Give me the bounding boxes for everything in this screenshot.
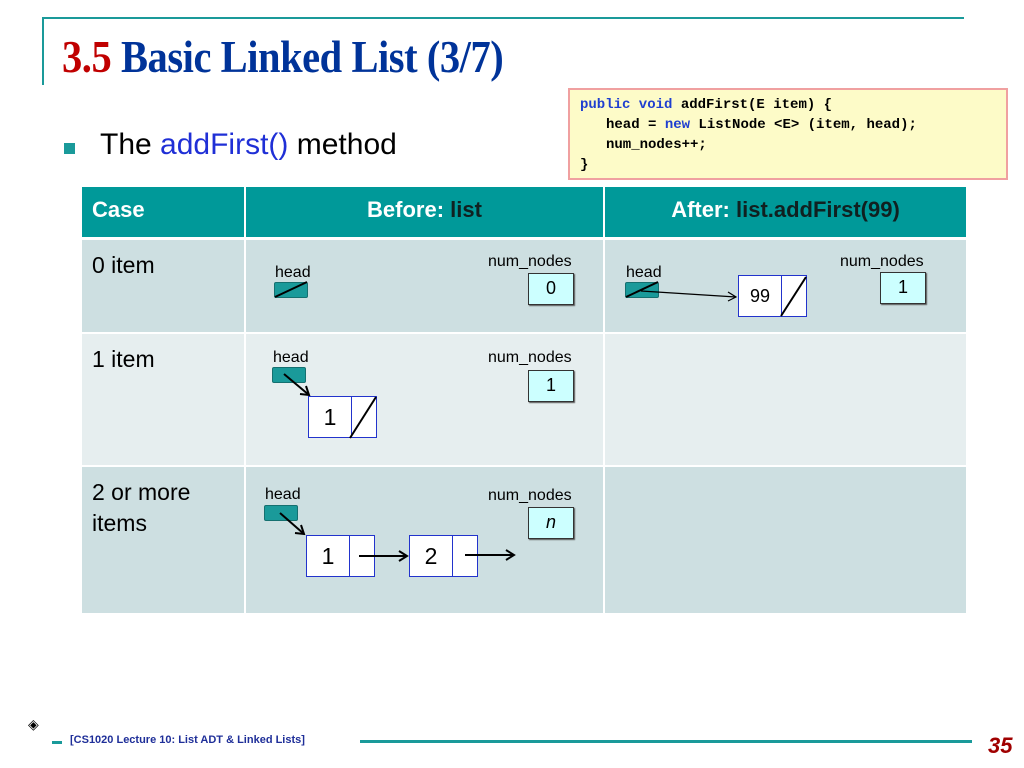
node-value: 1: [309, 397, 352, 437]
page-number: 35: [988, 733, 1013, 758]
node-value: 99: [739, 276, 782, 316]
slide-title: 3.5 Basic Linked List (3/7): [62, 30, 504, 83]
num-nodes-label: num_nodes: [488, 487, 572, 504]
num-nodes-value: 1: [528, 370, 574, 402]
before-cell: head 1 num_nodes 1: [246, 334, 603, 465]
arrow-head-icon: [398, 550, 409, 562]
diamond-bullet-icon: ◈: [28, 716, 39, 732]
bullet-square-icon: [64, 143, 75, 154]
num-nodes-label: num_nodes: [488, 349, 572, 366]
arrow-head-icon: [727, 291, 738, 302]
code-keyword: new: [664, 117, 691, 133]
case-label-line: items: [92, 510, 147, 536]
header-before-label: Before:: [367, 197, 451, 222]
code-line-4: }: [580, 157, 589, 173]
header-before: Before: list: [246, 187, 603, 237]
code-text: addFirst(E item) {: [672, 97, 833, 113]
num-nodes-value: 1: [880, 272, 926, 304]
list-node: 1: [308, 396, 377, 438]
table-header-row: Case Before: list After: list.addFirst(9…: [82, 187, 966, 237]
case-cell: 0 item: [82, 240, 244, 332]
code-snippet: public void addFirst(E item) { head = ne…: [568, 88, 1008, 180]
code-keyword: public void: [580, 97, 673, 113]
num-nodes-label: num_nodes: [488, 253, 572, 270]
after-cell-empty: [605, 334, 966, 465]
table-row: 0 item head num_nodes 0 head 99 num_node…: [82, 240, 966, 332]
title-top-rule: [42, 17, 964, 19]
bullet-method-name: addFirst(): [160, 128, 289, 161]
code-line-3: num_nodes++;: [606, 137, 707, 153]
header-after-value: list.addFirst(99): [735, 197, 900, 222]
head-pointer: [264, 505, 298, 521]
code-line-1: public void addFirst(E item) {: [580, 95, 996, 115]
footer-dash: [52, 741, 62, 744]
case-label-line: 2 or more: [92, 479, 191, 505]
before-cell: head num_nodes 0: [246, 240, 603, 332]
header-case: Case: [82, 187, 244, 237]
table-row: 2 or more items head 1 2 num_nodes n: [82, 467, 966, 613]
case-label: 1 item: [92, 346, 155, 372]
case-label: 2 or more items: [92, 477, 190, 539]
footer-rule: [360, 740, 972, 743]
head-pointer-null: [274, 282, 308, 298]
num-nodes-value: 0: [528, 273, 574, 305]
code-text: head =: [606, 117, 665, 133]
arrow-head-icon: [294, 524, 306, 536]
node-value: 2: [410, 536, 453, 576]
before-cell: head 1 2 num_nodes n: [246, 467, 603, 613]
bullet-suffix: method: [296, 128, 397, 161]
arrow-head-icon: [299, 385, 311, 397]
code-text: ListNode <E> (item, head);: [690, 117, 917, 133]
code-line-2: head = new ListNode <E> (item, head);: [580, 115, 996, 135]
case-cell: 1 item: [82, 334, 244, 465]
header-after: After: list.addFirst(99): [605, 187, 966, 237]
list-node: 2: [409, 535, 478, 577]
head-label: head: [626, 264, 662, 281]
table-row: 1 item head 1 num_nodes 1: [82, 334, 966, 465]
header-after-label: After:: [671, 197, 736, 222]
head-pointer: [272, 367, 306, 383]
arrow-head-icon: [505, 549, 516, 561]
num-nodes-value: n: [528, 507, 574, 539]
after-cell-empty: [605, 467, 966, 613]
node-value: 1: [307, 536, 350, 576]
list-node: 99: [738, 275, 807, 317]
case-cell: 2 or more items: [82, 467, 244, 613]
head-label: head: [273, 349, 309, 366]
bullet-prefix: The: [100, 128, 152, 161]
title-text: Basic Linked List (3/7): [120, 31, 504, 82]
title-section-number: 3.5: [62, 31, 112, 82]
head-label: head: [265, 486, 301, 503]
head-pointer: [625, 282, 659, 298]
num-nodes-label: num_nodes: [840, 253, 924, 270]
header-before-value: list: [450, 197, 482, 222]
footer-text: [CS1020 Lecture 10: List ADT & Linked Li…: [70, 734, 305, 746]
title-left-rule: [42, 17, 44, 85]
after-cell: head 99 num_nodes 1: [605, 240, 966, 332]
case-label: 0 item: [92, 252, 155, 278]
list-node: 1: [306, 535, 375, 577]
bullet-text: The addFirst() method: [100, 128, 397, 162]
head-label: head: [275, 264, 311, 281]
